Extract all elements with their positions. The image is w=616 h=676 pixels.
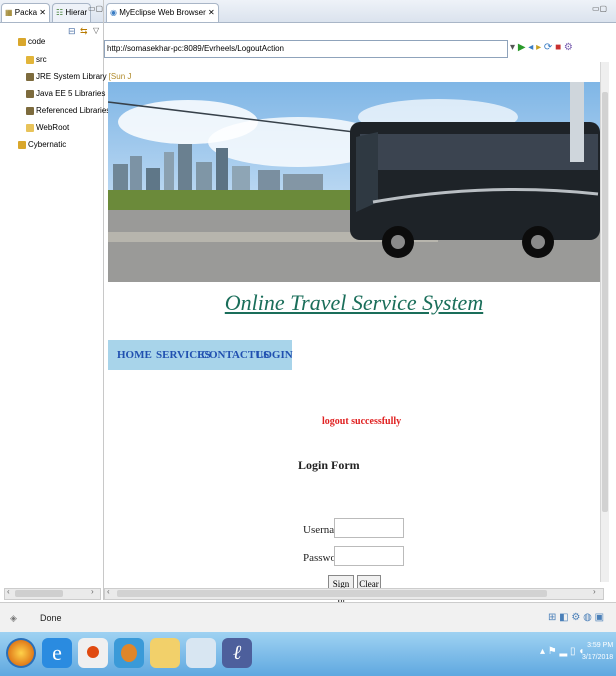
tab-label: Hierar [65, 8, 88, 17]
explorer-tab-bar: ▦ Packa ✕ ☷ Hierar ▭▢ [0, 0, 103, 23]
tree-item-referenced[interactable]: Referenced Libraries [26, 106, 110, 115]
window-controls-icon[interactable]: ▭▢ [592, 4, 607, 13]
status-tools-icon[interactable]: ⊞ ◧ ⚙ ◍ ▣ [548, 612, 604, 623]
password-input[interactable] [334, 546, 404, 566]
scroll-thumb[interactable] [602, 92, 608, 512]
folder-icon [26, 123, 34, 132]
scroll-left-icon[interactable]: ‹ [107, 587, 110, 596]
clock-date: 3/17/2018 [582, 654, 614, 661]
library-icon [26, 106, 34, 115]
scroll-thumb[interactable] [15, 590, 63, 597]
tree-item-javaee[interactable]: Java EE 5 Libraries [26, 89, 105, 98]
notepad-icon[interactable] [186, 638, 216, 668]
package-icon: ▦ [5, 8, 13, 17]
address-text: http://somasekhar-pc:8089/Evrheels/Logou… [107, 44, 284, 53]
scroll-left-icon[interactable]: ‹ [7, 587, 10, 596]
settings-icon[interactable]: ⚙ [564, 42, 573, 53]
project-icon [18, 140, 26, 149]
tray-icons[interactable]: ▴ ⚑ ▂ ▯ ◖ [540, 646, 584, 657]
tab-package-explorer[interactable]: ▦ Packa ✕ [1, 3, 50, 22]
minimize-icon[interactable]: ▭▢ [88, 4, 103, 13]
globe-icon: ◉ [110, 8, 117, 17]
username-input[interactable] [334, 518, 404, 538]
tree-label: Cybernatic [28, 140, 67, 149]
tab-web-browser[interactable]: ◉ MyEclipse Web Browser ✕ [106, 3, 219, 22]
forward-icon[interactable]: ▸ [536, 42, 541, 53]
tree-item-webroot[interactable]: WebRoot [26, 123, 69, 132]
scroll-right-icon[interactable]: › [91, 587, 94, 596]
source-folder-icon [26, 55, 34, 64]
nav-login[interactable]: LOGIN [256, 340, 293, 370]
project-icon [18, 37, 26, 46]
dropdown-icon[interactable]: ▾ [510, 42, 515, 53]
logout-message: logout successfully [322, 416, 402, 427]
media-player-icon[interactable] [78, 638, 108, 668]
status-text: Done [40, 613, 62, 623]
status-bar: ◈ Done ⊞ ◧ ⚙ ◍ ▣ [0, 602, 616, 633]
browser-horizontal-scrollbar[interactable]: ‹ › [104, 587, 604, 600]
back-icon[interactable]: ◂ [528, 42, 533, 53]
tab-label: MyEclipse Web Browser [119, 8, 206, 17]
hierarchy-icon: ☷ [56, 8, 64, 17]
tree-label: code [28, 37, 46, 46]
tree-label: src [36, 55, 47, 64]
browser-toolbar: ▾ ▶ ◂ ▸ ⟳ ■ ⚙ [510, 40, 573, 56]
go-icon[interactable]: ▶ [518, 42, 526, 53]
main-nav: HOME SERVICES CONTACTUS LOGIN [108, 340, 293, 370]
internet-explorer-icon[interactable]: e [42, 638, 72, 668]
banner-image [108, 82, 600, 282]
clock[interactable]: 3:59 PM 3/17/2018 [582, 640, 613, 664]
tree-item-code[interactable]: code [18, 37, 45, 46]
stop-icon[interactable]: ■ [555, 42, 561, 53]
left-horizontal-scrollbar[interactable]: ‹ › [4, 587, 101, 600]
status-icon: ◈ [10, 613, 17, 623]
myeclipse-icon[interactable]: ℓ [222, 638, 252, 668]
form-title: Login Form [298, 458, 360, 472]
tree-item-cybernatic[interactable]: Cybernatic [18, 140, 66, 149]
collapse-all-icon[interactable]: ⊟ [68, 26, 76, 37]
address-bar[interactable]: http://somasekhar-pc:8089/Evrheels/Logou… [104, 40, 508, 58]
refresh-icon[interactable]: ⟳ [544, 42, 552, 53]
file-explorer-icon[interactable] [150, 638, 180, 668]
clock-time: 3:59 PM [587, 642, 614, 649]
scroll-right-icon[interactable]: › [593, 587, 596, 596]
scroll-thumb[interactable] [117, 590, 547, 597]
tree-item-src[interactable]: src [26, 55, 47, 64]
nav-home[interactable]: HOME [117, 340, 152, 370]
browser-tab-bar: ◉ MyEclipse Web Browser ✕ ▭▢ [104, 0, 616, 23]
taskbar: e ℓ ▴ ⚑ ▂ ▯ ◖ 3:59 PM 3/17/2018 [0, 632, 616, 676]
firefox-icon[interactable] [114, 638, 144, 668]
tree-label: WebRoot [36, 123, 70, 132]
browser-vertical-scrollbar[interactable] [600, 62, 609, 582]
library-icon [26, 72, 34, 81]
library-icon [26, 89, 34, 98]
tree-label: Referenced Libraries [36, 106, 111, 115]
tab-hierarchy[interactable]: ☷ Hierar [52, 3, 92, 22]
view-menu-icon[interactable]: ▽ [93, 26, 99, 35]
package-explorer: ▦ Packa ✕ ☷ Hierar ▭▢ ⊟ ⇆ ▽ code src JRE… [0, 0, 131, 600]
start-button[interactable] [6, 638, 36, 668]
link-editor-icon[interactable]: ⇆ [80, 26, 88, 37]
tree-label: Java EE 5 Libraries [36, 89, 106, 98]
tree-label: JRE System Library [36, 72, 107, 81]
tab-label: Packa [14, 8, 38, 17]
site-title: Online Travel Service System [224, 290, 484, 315]
